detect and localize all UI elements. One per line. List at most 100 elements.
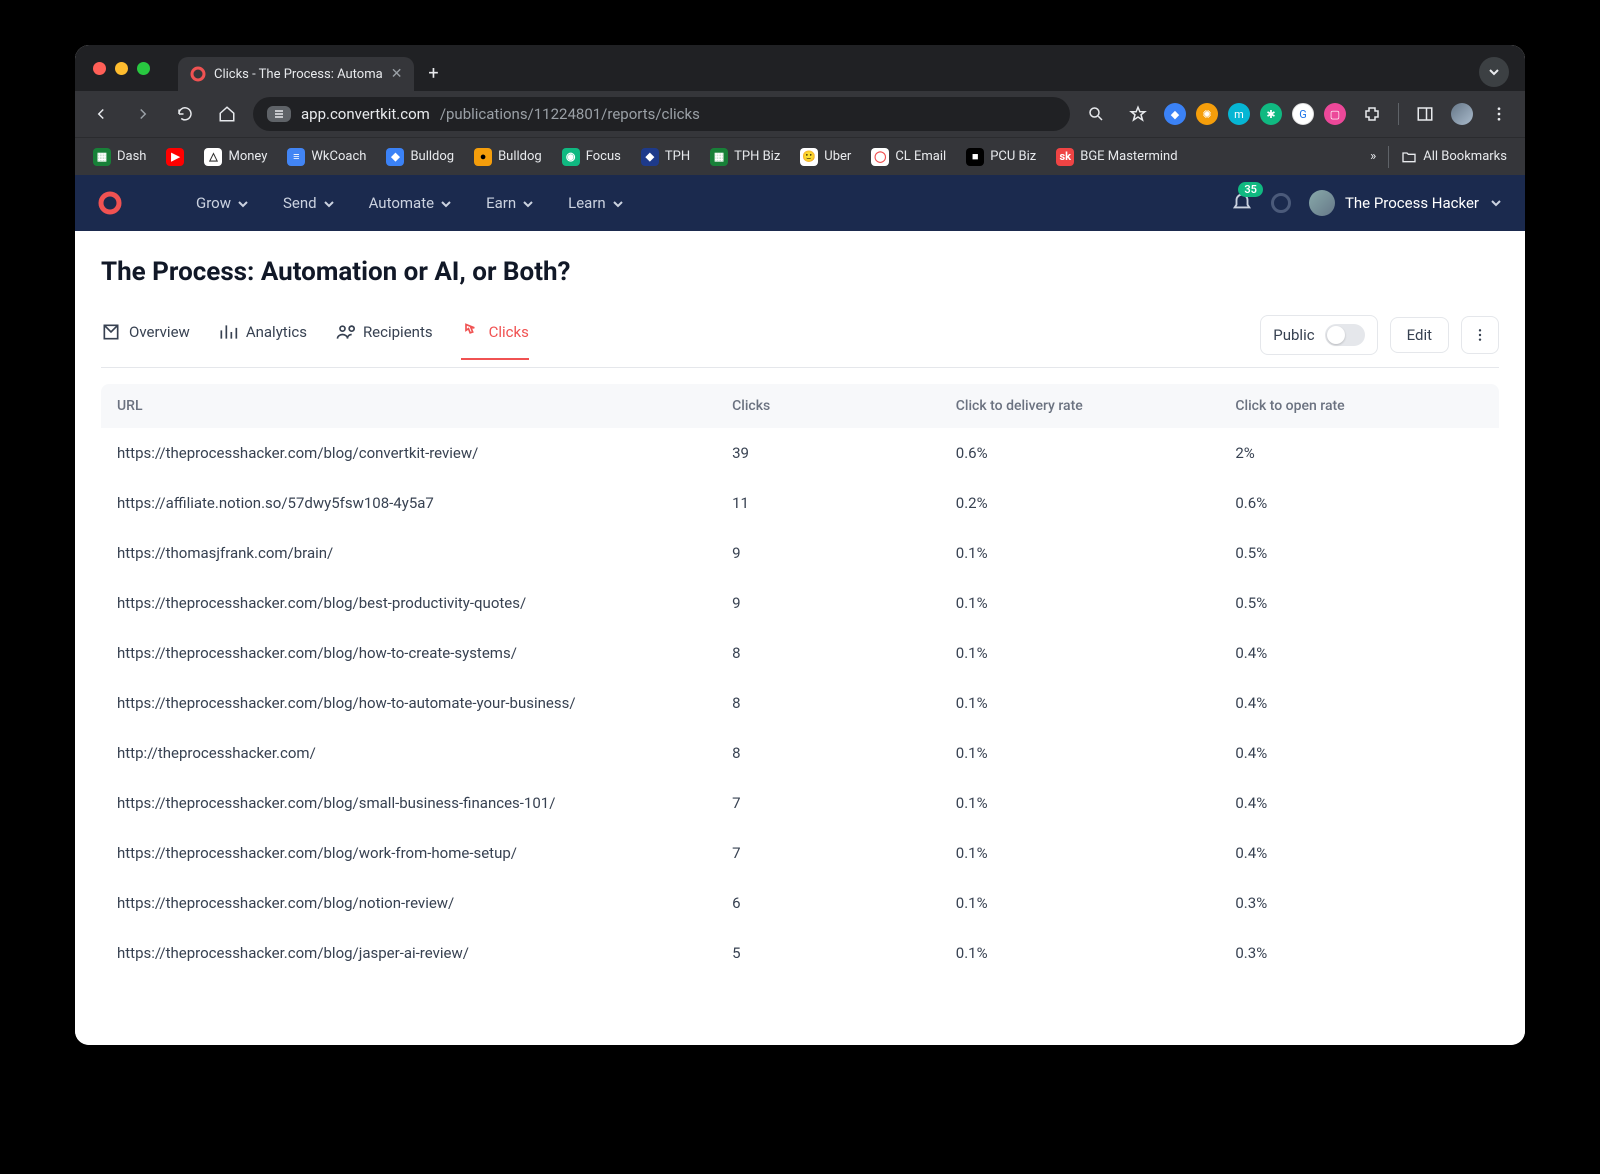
chevron-down-icon	[237, 198, 249, 210]
column-url[interactable]: URL	[101, 384, 716, 428]
bookmarks-overflow[interactable]: »	[1370, 149, 1376, 164]
nav-learn[interactable]: Learn	[568, 194, 624, 212]
close-tab-icon[interactable]: ✕	[391, 66, 403, 82]
convertkit-logo[interactable]	[97, 190, 123, 216]
chrome-menu-button[interactable]	[1483, 98, 1515, 130]
bookmark-label: CL Email	[895, 149, 946, 164]
bookmark-item[interactable]: ■PCU Biz	[958, 144, 1044, 170]
cell-clicks: 7	[716, 828, 940, 878]
back-button[interactable]	[85, 98, 117, 130]
tab-search-button[interactable]	[1479, 57, 1509, 87]
bookmark-item[interactable]: ◆TPH	[633, 144, 698, 170]
star-icon	[1129, 105, 1147, 123]
address-bar[interactable]: app.convertkit.com/publications/11224801…	[253, 97, 1070, 131]
bookmark-label: Uber	[824, 149, 851, 164]
more-actions-button[interactable]	[1461, 316, 1499, 354]
site-info-chip[interactable]	[267, 106, 291, 122]
bookmark-favicon: sk	[1056, 148, 1074, 166]
column-open[interactable]: Click to open rate	[1219, 384, 1499, 428]
reload-button[interactable]	[169, 98, 201, 130]
bookmark-label: WkCoach	[311, 149, 366, 164]
cell-clicks: 9	[716, 578, 940, 628]
cell-open: 0.5%	[1219, 578, 1499, 628]
tab-recipients[interactable]: Recipients	[335, 322, 433, 360]
table-row[interactable]: https://affiliate.notion.so/57dwy5fsw108…	[101, 478, 1499, 528]
profile-avatar[interactable]	[1451, 103, 1473, 125]
table-row[interactable]: https://theprocesshacker.com/blog/work-f…	[101, 828, 1499, 878]
cell-url: https://theprocesshacker.com/blog/work-f…	[101, 828, 716, 878]
bookmark-favicon: ◯	[871, 148, 889, 166]
zoom-button[interactable]	[1080, 98, 1112, 130]
tab-overview[interactable]: Overview	[101, 322, 190, 360]
cell-url: https://thomasjfrank.com/brain/	[101, 528, 716, 578]
table-row[interactable]: https://theprocesshacker.com/blog/conver…	[101, 428, 1499, 478]
chevron-down-icon	[522, 198, 534, 210]
bookmark-item[interactable]: ◉Focus	[554, 144, 629, 170]
tab-analytics[interactable]: Analytics	[218, 322, 307, 360]
extensions-button[interactable]	[1356, 98, 1388, 130]
table-row[interactable]: http://theprocesshacker.com/80.1%0.4%	[101, 728, 1499, 778]
public-toggle[interactable]: Public	[1260, 315, 1377, 355]
bookmark-item[interactable]: skBGE Mastermind	[1048, 144, 1185, 170]
cell-open: 0.4%	[1219, 728, 1499, 778]
close-window-button[interactable]	[93, 62, 106, 75]
kebab-icon	[1490, 105, 1508, 123]
tune-icon	[273, 108, 285, 120]
nav-earn[interactable]: Earn	[486, 194, 534, 212]
notifications-button[interactable]: 35	[1231, 190, 1253, 216]
maximize-window-button[interactable]	[137, 62, 150, 75]
nav-label: Send	[283, 194, 317, 212]
bookmark-item[interactable]: 🙂Uber	[792, 144, 859, 170]
extension-icon[interactable]: G	[1292, 103, 1314, 125]
extension-icon[interactable]: ◆	[1164, 103, 1186, 125]
extension-icon[interactable]: ✺	[1196, 103, 1218, 125]
chevron-down-icon	[323, 198, 335, 210]
page-title: The Process: Automation or AI, or Both?	[101, 257, 1499, 287]
all-bookmarks-button[interactable]: All Bookmarks	[1401, 149, 1507, 165]
cell-clicks: 5	[716, 928, 940, 978]
bookmark-item[interactable]: ◆Bulldog	[378, 144, 462, 170]
status-indicator[interactable]	[1271, 193, 1291, 213]
nav-grow[interactable]: Grow	[196, 194, 249, 212]
forward-button[interactable]	[127, 98, 159, 130]
table-row[interactable]: https://theprocesshacker.com/blog/how-to…	[101, 628, 1499, 678]
edit-button[interactable]: Edit	[1390, 317, 1449, 353]
nav-send[interactable]: Send	[283, 194, 335, 212]
bookmark-favicon: ◆	[641, 148, 659, 166]
extension-icon[interactable]: m	[1228, 103, 1250, 125]
all-bookmarks-label: All Bookmarks	[1423, 149, 1507, 164]
cell-url: https://theprocesshacker.com/blog/conver…	[101, 428, 716, 478]
tab-clicks[interactable]: Clicks	[461, 322, 529, 360]
home-button[interactable]	[211, 98, 243, 130]
side-panel-button[interactable]	[1409, 98, 1441, 130]
bookmark-item[interactable]: ▶	[158, 144, 192, 170]
table-row[interactable]: https://theprocesshacker.com/blog/jasper…	[101, 928, 1499, 978]
bookmark-item[interactable]: ●Bulldog	[466, 144, 550, 170]
minimize-window-button[interactable]	[115, 62, 128, 75]
bookmark-item[interactable]: ▦Dash	[85, 144, 154, 170]
bookmark-item[interactable]: ▦TPH Biz	[702, 144, 788, 170]
table-row[interactable]: https://thomasjfrank.com/brain/90.1%0.5%	[101, 528, 1499, 578]
extension-icon[interactable]: ✱	[1260, 103, 1282, 125]
bookmark-item[interactable]: ◯ CL Email	[863, 144, 954, 170]
new-tab-button[interactable]: +	[422, 63, 444, 84]
table-row[interactable]: https://theprocesshacker.com/blog/best-p…	[101, 578, 1499, 628]
bookmark-item[interactable]: ≡WkCoach	[279, 144, 374, 170]
switch-off[interactable]	[1325, 324, 1365, 346]
extension-icon[interactable]: ▢	[1324, 103, 1346, 125]
table-row[interactable]: https://theprocesshacker.com/blog/small-…	[101, 778, 1499, 828]
clicks-table: URL Clicks Click to delivery rate Click …	[101, 384, 1499, 978]
account-menu[interactable]: The Process Hacker	[1309, 190, 1503, 216]
cell-clicks: 8	[716, 678, 940, 728]
nav-label: Learn	[568, 194, 606, 212]
nav-automate[interactable]: Automate	[369, 194, 452, 212]
url-host: app.convertkit.com	[301, 105, 430, 123]
table-row[interactable]: https://theprocesshacker.com/blog/how-to…	[101, 678, 1499, 728]
column-clicks[interactable]: Clicks	[716, 384, 940, 428]
column-delivery[interactable]: Click to delivery rate	[940, 384, 1220, 428]
browser-tab[interactable]: Clicks - The Process: Automa ✕	[178, 57, 414, 91]
table-row[interactable]: https://theprocesshacker.com/blog/notion…	[101, 878, 1499, 928]
bookmark-item[interactable]: △Money	[196, 144, 275, 170]
bookmark-star-button[interactable]	[1122, 98, 1154, 130]
cell-open: 0.4%	[1219, 678, 1499, 728]
